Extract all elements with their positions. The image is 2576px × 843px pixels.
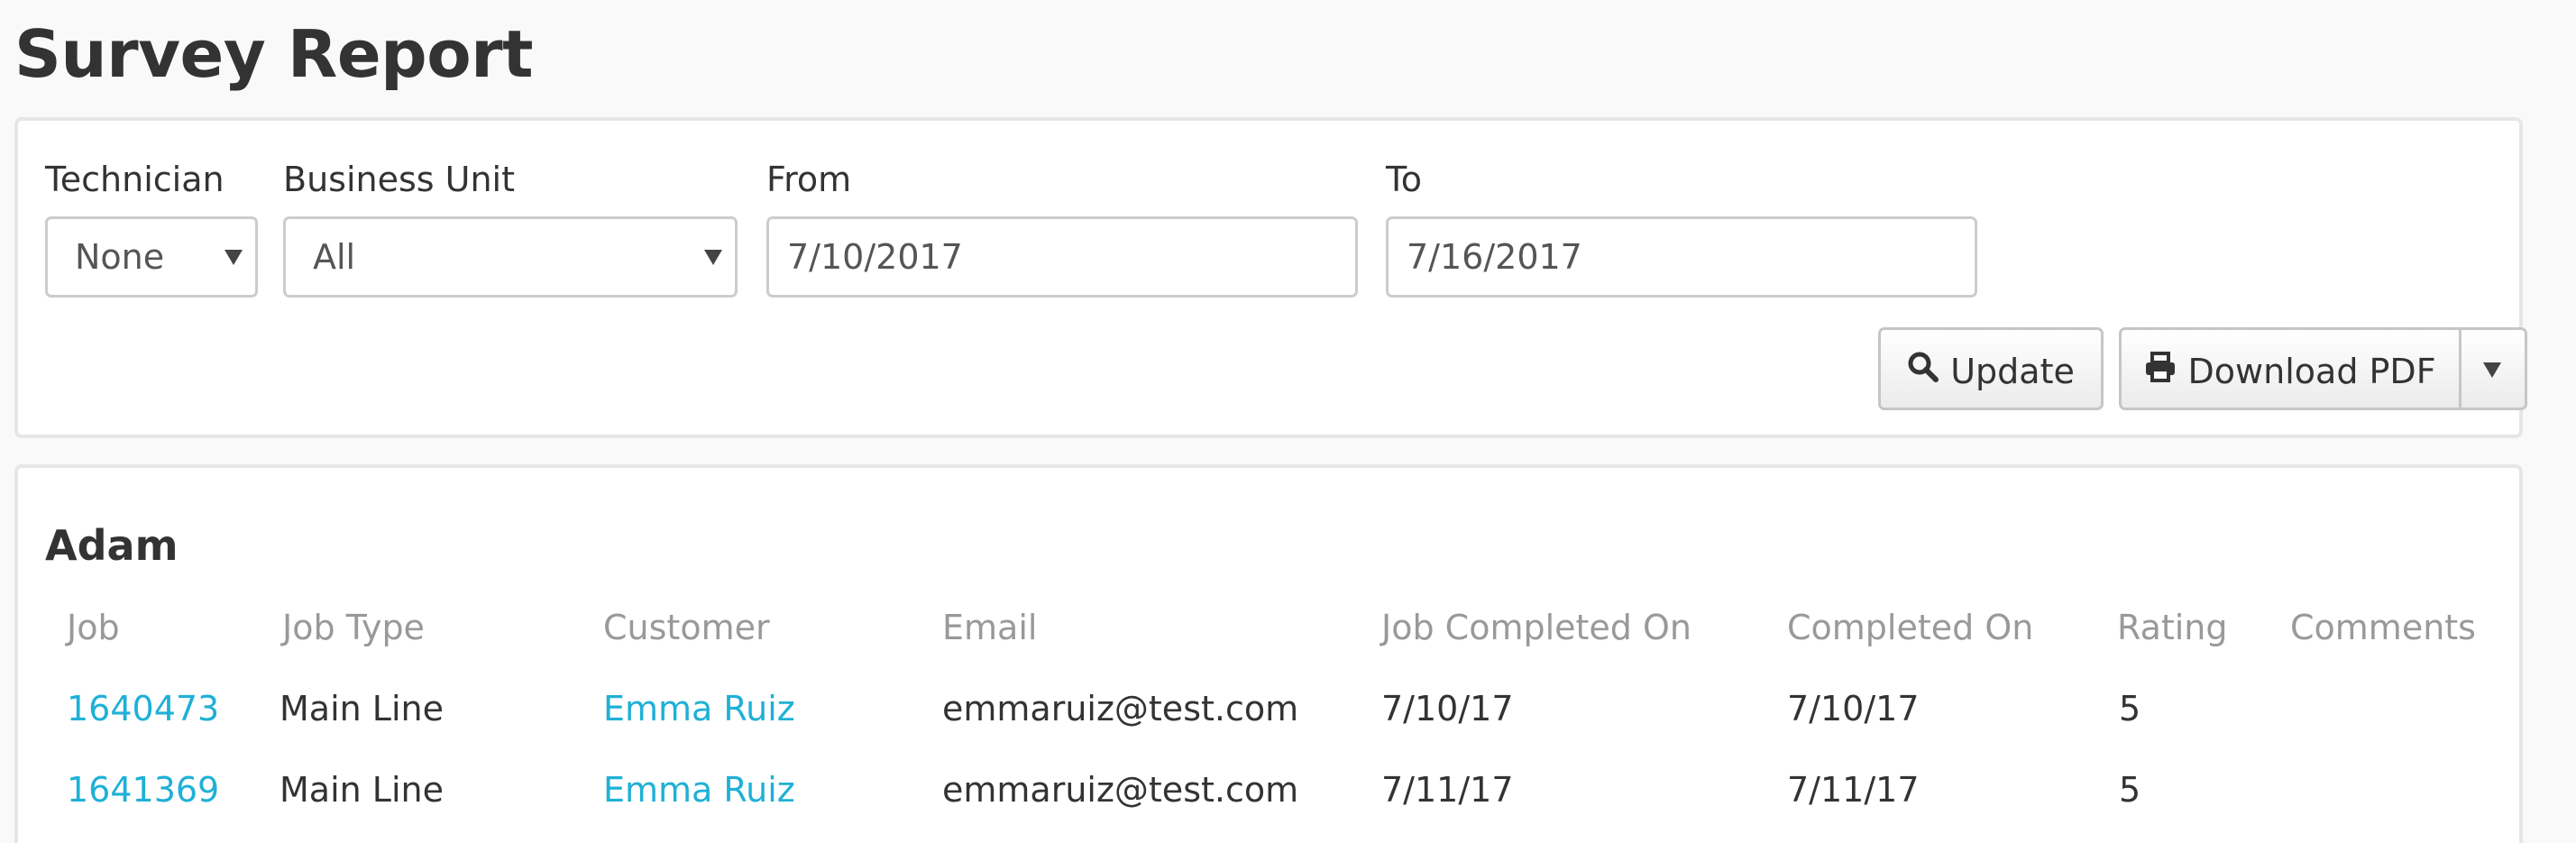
from-date-input[interactable]: 7/10/2017 <box>766 216 1358 298</box>
search-icon <box>1907 333 1939 410</box>
column-header-comments: Comments <box>2290 608 2476 647</box>
update-button[interactable]: Update <box>1878 327 2104 410</box>
business-unit-label: Business Unit <box>283 160 516 199</box>
technician-label: Technician <box>45 160 225 199</box>
caret-down-icon <box>225 250 243 265</box>
column-header-customer: Customer <box>603 608 770 647</box>
completed-on-cell: 7/11/17 <box>1787 770 1920 810</box>
business-unit-select[interactable]: All <box>283 216 738 298</box>
email-cell: emmaruiz@test.com <box>942 689 1299 728</box>
to-label: To <box>1386 160 1423 199</box>
from-label: From <box>766 160 852 199</box>
column-header-job-type: Job Type <box>282 608 425 647</box>
job-type-cell: Main Line <box>280 770 444 810</box>
page-title: Survey Report <box>14 16 534 92</box>
download-pdf-button[interactable]: Download PDF <box>2119 327 2461 410</box>
caret-down-icon <box>2483 362 2501 378</box>
download-options-toggle[interactable] <box>2459 327 2527 410</box>
column-header-job: Job <box>67 608 120 647</box>
column-header-rating: Rating <box>2117 608 2228 647</box>
email-cell: emmaruiz@test.com <box>942 770 1299 810</box>
to-date-input[interactable]: 7/16/2017 <box>1386 216 1977 298</box>
business-unit-select-value: All <box>313 237 356 277</box>
column-header-completed-on: Completed On <box>1787 608 2034 647</box>
print-icon <box>2144 333 2177 410</box>
job-completed-on-cell: 7/11/17 <box>1381 770 1514 810</box>
customer-link[interactable]: Emma Ruiz <box>603 767 795 812</box>
technician-select[interactable]: None <box>45 216 258 298</box>
column-header-email: Email <box>942 608 1038 647</box>
job-link[interactable]: 1641369 <box>67 767 219 812</box>
completed-on-cell: 7/10/17 <box>1787 689 1920 728</box>
job-link[interactable]: 1640473 <box>67 686 219 731</box>
update-button-label: Update <box>1950 351 2075 391</box>
rating-cell: 5 <box>2119 689 2141 728</box>
caret-down-icon <box>704 250 722 265</box>
column-header-job-completed-on: Job Completed On <box>1381 608 1691 647</box>
download-pdf-button-label: Download PDF <box>2187 351 2436 391</box>
job-type-cell: Main Line <box>280 689 444 728</box>
job-completed-on-cell: 7/10/17 <box>1381 689 1514 728</box>
technician-select-value: None <box>75 237 165 277</box>
rating-cell: 5 <box>2119 770 2141 810</box>
report-panel: Adam Job Job Type Customer Email Job Com… <box>14 464 2523 843</box>
technician-heading: Adam <box>45 521 179 570</box>
customer-link[interactable]: Emma Ruiz <box>603 686 795 731</box>
filter-panel: Technician None Business Unit All From 7… <box>14 117 2527 438</box>
